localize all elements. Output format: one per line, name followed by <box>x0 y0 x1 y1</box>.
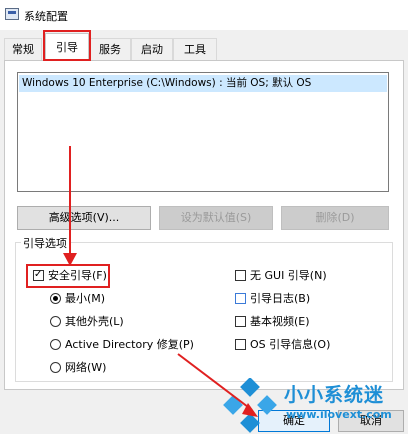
site-watermark: 小小系统迷 www.ilovext.com <box>222 376 408 434</box>
tab-services[interactable]: 服务 <box>89 38 131 60</box>
radio-network-label: 网络(W) <box>65 361 107 374</box>
advanced-options-button[interactable]: 高级选项(V)... <box>17 206 151 230</box>
checkbox-box[interactable] <box>235 316 246 327</box>
tab-general[interactable]: 常规 <box>4 38 42 60</box>
radio-button[interactable] <box>50 339 61 350</box>
radio-button[interactable] <box>50 293 61 304</box>
radio-alternate-shell-label: 其他外壳(L) <box>65 315 124 328</box>
no-gui-boot-label: 无 GUI 引导(N) <box>250 269 327 282</box>
os-boot-info-label: OS 引导信息(O) <box>250 338 331 351</box>
watermark-title: 小小系统迷 <box>284 384 385 406</box>
tab-startup[interactable]: 启动 <box>131 38 173 60</box>
safe-boot-highlight-box <box>26 264 110 288</box>
base-video-label: 基本视频(E) <box>250 315 310 328</box>
tab-tools[interactable]: 工具 <box>173 38 217 60</box>
radio-minimal-label: 最小(M) <box>65 292 106 305</box>
watermark-logo-icon <box>223 378 277 433</box>
boot-log-label: 引导日志(B) <box>250 292 311 305</box>
watermark-url: www.ilovext.com <box>286 408 392 421</box>
boot-options-legend: 引导选项 <box>21 235 69 251</box>
title-bar: 系统配置 <box>0 0 408 30</box>
boot-os-entry[interactable]: Windows 10 Enterprise (C:\Windows) : 当前 … <box>19 75 387 92</box>
window-title: 系统配置 <box>24 10 68 23</box>
msconfig-icon <box>5 8 19 20</box>
checkbox-box[interactable] <box>235 293 246 304</box>
delete-button[interactable]: 删除(D) <box>281 206 389 230</box>
radio-button[interactable] <box>50 316 61 327</box>
boot-tab-highlight-box <box>43 30 91 61</box>
checkbox-box[interactable] <box>235 339 246 350</box>
boot-os-list[interactable]: Windows 10 Enterprise (C:\Windows) : 当前 … <box>17 72 389 192</box>
checkbox-box[interactable] <box>235 270 246 281</box>
radio-button[interactable] <box>50 362 61 373</box>
set-default-button[interactable]: 设为默认值(S) <box>159 206 273 230</box>
radio-ad-repair-label: Active Directory 修复(P) <box>65 338 194 351</box>
